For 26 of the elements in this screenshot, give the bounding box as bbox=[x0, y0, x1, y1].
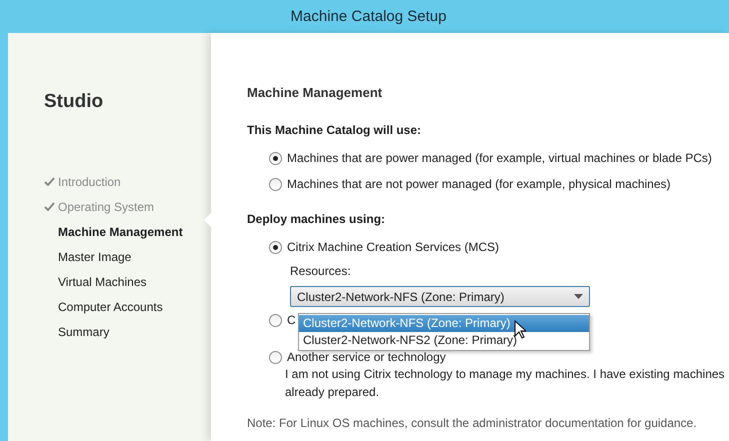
option-label: Another service or technology bbox=[287, 350, 446, 364]
step-item[interactable]: Computer Accounts bbox=[58, 300, 163, 314]
radio-button[interactable] bbox=[269, 152, 282, 164]
section-label: This Machine Catalog will use: bbox=[247, 123, 422, 137]
resources-label: Resources: bbox=[290, 264, 352, 278]
radio-button[interactable] bbox=[269, 240, 282, 254]
radio-button[interactable] bbox=[269, 178, 282, 190]
option-description: I am not using Citrix technology to manage my machines. I have existing machines already prepared. bbox=[285, 366, 725, 401]
option-label: Machines that are not power managed (for example, physical machines) bbox=[287, 177, 671, 191]
option-label: Machines that are power managed (for example, virtual machines or blade PCs) bbox=[287, 151, 712, 165]
section-label: Deploy machines using: bbox=[247, 212, 386, 226]
option-label: Citrix Machine Creation Services (MCS) bbox=[287, 240, 500, 254]
window-title: Machine Catalog Setup bbox=[290, 8, 446, 25]
caret-icon bbox=[574, 294, 583, 299]
option-label: C bbox=[287, 313, 296, 327]
step-item[interactable]: Summary bbox=[58, 324, 110, 338]
radio-button[interactable] bbox=[269, 350, 282, 364]
step-item[interactable]: Virtual Machines bbox=[58, 274, 146, 288]
step-item[interactable]: Machine Management bbox=[58, 224, 183, 238]
note-text: Note: For Linux OS machines, consult the administrator documentation for guidance. bbox=[247, 416, 698, 430]
dropdown-option[interactable]: Cluster2-Network-NFS2 (Zone: Primary) bbox=[299, 332, 589, 349]
radio-button[interactable] bbox=[269, 314, 282, 326]
app-title: Studio bbox=[44, 91, 104, 113]
page-heading: Machine Management bbox=[247, 85, 384, 100]
resources-dropdown[interactable]: Cluster2-Network-NFS (Zone: Primary) bbox=[290, 286, 590, 307]
step-item[interactable]: Master Image bbox=[58, 250, 132, 264]
